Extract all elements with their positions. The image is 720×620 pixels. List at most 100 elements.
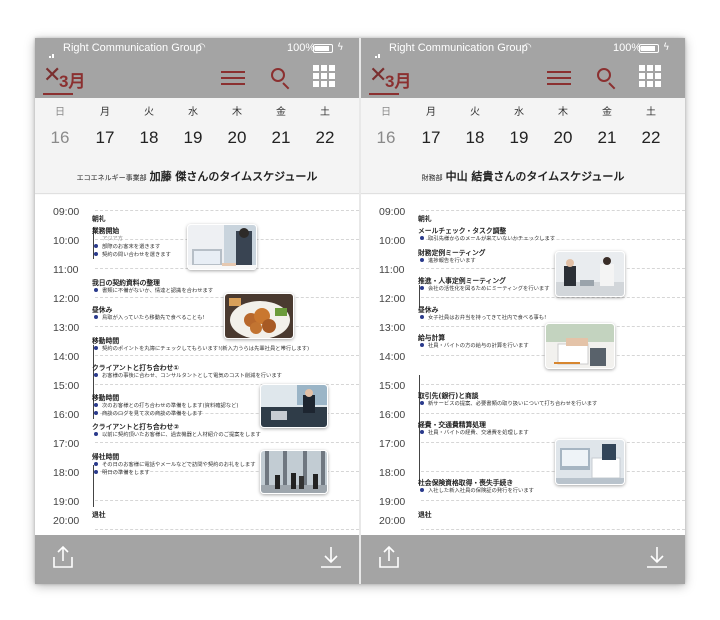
wifi-icon: ◠ — [197, 42, 206, 53]
event-note: その日のお客様に電話やメールなどで訪問や契約のお礼をします — [94, 460, 256, 468]
day-column-thu[interactable]: 木 20 — [543, 106, 583, 152]
phone-screen-right: Right Communication Group ◠ 100% ϟ ✕ 3月 … — [361, 38, 685, 584]
event-title[interactable]: 朝礼 — [92, 213, 106, 223]
month-label[interactable]: 3月 — [59, 67, 85, 92]
carrier-name: Right Communication Group — [63, 42, 202, 54]
time-label: 15:00 — [379, 380, 406, 392]
lunch-photo — [224, 293, 294, 339]
day-column-wed[interactable]: 水 19 — [499, 106, 539, 152]
list-view-icon[interactable] — [547, 70, 571, 86]
event-note: 進捗報告を行います — [420, 256, 476, 264]
time-label: 18:00 — [53, 467, 80, 479]
day-column-fri[interactable]: 金 21 — [587, 106, 627, 152]
week-header: 日 16 月 17 火 18 水 19 木 20 金 21 土 22 エコエネルギー事業部 加藤… — [35, 98, 359, 194]
event-note: 明日の準備をします — [94, 468, 150, 476]
meeting-photo — [260, 384, 328, 428]
day-column-tue[interactable]: 火 18 — [455, 106, 495, 152]
day-column-fri[interactable]: 金 21 — [261, 106, 301, 152]
time-label: 10:00 — [379, 235, 406, 247]
time-label: 19:00 — [379, 496, 406, 508]
event-note: 鳥取が入っていたら移動先で食べることも! — [94, 313, 205, 321]
event-note: 契約の問い合わせを選きます — [94, 250, 171, 258]
time-label: 10:00 — [53, 235, 80, 247]
battery-icon — [313, 44, 333, 53]
event-note: 会社の活性化を図るためにミーティングを行います — [420, 284, 550, 292]
time-label: 16:00 — [379, 409, 406, 421]
event-note: 入社した新入社員の保険証の発行を行います — [420, 486, 534, 494]
event-note: 女子社員はお弁当を持ってきて社内で食べる事も! — [420, 313, 546, 321]
time-label: 13:00 — [379, 322, 406, 334]
time-label: 13:00 — [53, 322, 80, 334]
status-bar: Right Communication Group ◠ 100% ϟ — [35, 38, 359, 64]
carrier-name: Right Communication Group — [389, 42, 528, 54]
day-column-sun[interactable]: 日 16 — [366, 106, 406, 152]
day-column-sun[interactable]: 日 16 — [40, 106, 80, 152]
time-label: 20:00 — [53, 515, 80, 527]
share-icon[interactable] — [49, 543, 77, 571]
accounting-photo — [555, 439, 625, 485]
bottom-toolbar — [361, 535, 685, 584]
nav-bar: ✕ 3月 — [35, 58, 359, 98]
event-note: 社員・バイトの経費、交通費を処理します — [420, 428, 529, 436]
event-title[interactable]: 退社 — [418, 509, 432, 519]
day-column-mon[interactable]: 月 17 — [411, 106, 451, 152]
time-label: 11:00 — [53, 264, 79, 276]
day-column-thu[interactable]: 木 20 — [217, 106, 257, 152]
event-note: 社員・バイトの方の給与の計算を行います — [420, 341, 529, 349]
day-column-tue[interactable]: 火 18 — [129, 106, 169, 152]
event-note: 部際のお客末を選きます — [94, 242, 160, 250]
day-column-sat[interactable]: 土 22 — [305, 106, 345, 152]
charging-icon: ϟ — [663, 42, 670, 53]
list-view-icon[interactable] — [221, 70, 245, 86]
time-label: 14:00 — [53, 351, 80, 363]
event-note: アジア方 — [102, 236, 123, 242]
timeline: 09:00 10:00 11:00 12:00 13:00 14:00 15:0… — [35, 195, 359, 535]
bottom-toolbar — [35, 535, 359, 584]
time-label: 15:00 — [53, 380, 80, 392]
event-note: 次のお客様との打ち合わせの準備をします(資料確認など) — [94, 401, 239, 409]
day-column-mon[interactable]: 月 17 — [85, 106, 125, 152]
charging-icon: ϟ — [337, 42, 344, 53]
download-icon[interactable] — [643, 543, 671, 571]
download-icon[interactable] — [317, 543, 345, 571]
grid-view-icon[interactable] — [313, 65, 337, 89]
time-label: 12:00 — [379, 293, 406, 305]
time-label: 09:00 — [53, 206, 80, 218]
event-note: 書類に不備がないか、情達と認識を合わせます — [94, 286, 213, 294]
status-bar: Right Communication Group ◠ 100% ϟ — [361, 38, 685, 64]
week-header: 日 16 月 17 火 18 水 19 木 20 金 21 土 22 財務部 中山 結貴さんのタ… — [361, 98, 685, 194]
event-note: 契約のポイントを丸簿にチェックしてもらいます!(新入力うらは先輩社員と帯行します… — [94, 344, 309, 352]
time-label: 09:00 — [379, 206, 406, 218]
battery-icon — [639, 44, 659, 53]
month-underline — [43, 93, 73, 95]
calculation-photo — [545, 323, 615, 369]
timeline: 09:00 10:00 11:00 12:00 13:00 14:00 15:0… — [361, 195, 685, 535]
meeting-photo — [555, 251, 625, 297]
schedule-title: エコエネルギー事業部 加藤 傑さんのタイムスケジュール — [76, 170, 318, 183]
month-label[interactable]: 3月 — [385, 67, 411, 92]
time-label: 11:00 — [379, 264, 405, 276]
share-icon[interactable] — [375, 543, 403, 571]
time-label: 16:00 — [53, 409, 80, 421]
event-title[interactable]: 退社 — [92, 509, 106, 519]
time-label: 17:00 — [53, 438, 80, 450]
office-laptop-photo — [187, 224, 257, 270]
battery-percent: 100% — [287, 42, 316, 54]
day-column-wed[interactable]: 水 19 — [173, 106, 213, 152]
search-icon[interactable] — [595, 66, 619, 90]
time-label: 14:00 — [379, 351, 406, 363]
event-note: 新サービスの提案、必要書類の取り扱いについて打ち合わせを行います — [420, 399, 597, 407]
time-label: 12:00 — [53, 293, 80, 305]
grid-view-icon[interactable] — [639, 65, 663, 89]
office-lobby-photo — [260, 450, 328, 494]
search-icon[interactable] — [269, 66, 293, 90]
schedule-title: 財務部 中山 結貴さんのタイムスケジュール — [421, 170, 625, 183]
nav-bar: ✕ 3月 — [361, 58, 685, 98]
app-frame: Right Communication Group ◠ 100% ϟ ✕ 3月 … — [35, 38, 685, 584]
wifi-icon: ◠ — [523, 42, 532, 53]
day-column-sat[interactable]: 土 22 — [631, 106, 671, 152]
event-title[interactable]: 朝礼 — [418, 213, 432, 223]
event-note: 以前に契約頂いたお客様に、過去機器と人材紹介のご提案をします — [94, 430, 261, 438]
battery-percent: 100% — [613, 42, 642, 54]
time-label: 18:00 — [379, 467, 406, 479]
